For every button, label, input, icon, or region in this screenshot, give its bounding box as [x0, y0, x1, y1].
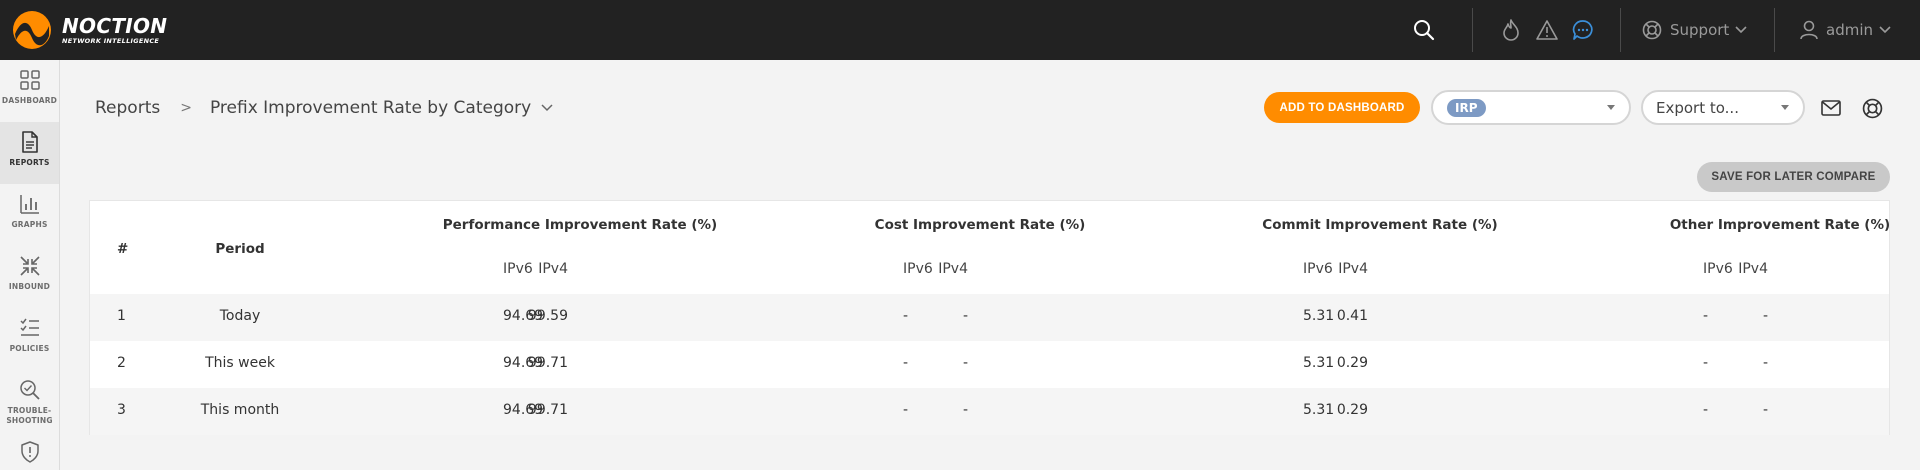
- sidebar-item-policies[interactable]: POLICIES: [0, 308, 59, 370]
- provider-tag: IRP: [1447, 98, 1486, 117]
- sidebar-item-label: GRAPHS: [11, 220, 48, 229]
- topbar-divider: [1620, 8, 1621, 52]
- user-label: admin: [1826, 21, 1873, 39]
- row-perf-ipv6: 94.69: [503, 308, 544, 324]
- caret-down-icon: [1781, 105, 1789, 110]
- row-other-ipv6: -: [1703, 402, 1709, 418]
- top-bar: NOCTION NETWORK INTELLIGENCE Support adm…: [0, 0, 1920, 60]
- table-row: 1 Today 99.59 94.69 - - 0.41 5.31 - -: [90, 294, 1889, 341]
- sidebar-item-inbound[interactable]: INBOUND: [0, 246, 59, 308]
- row-commit-ipv6: 5.31: [1303, 402, 1335, 418]
- chevron-down-icon[interactable]: [541, 104, 553, 112]
- grid-icon: [19, 70, 40, 90]
- shield-icon: [20, 441, 39, 463]
- export-select[interactable]: Export to...: [1641, 90, 1805, 125]
- sidebar-item-security[interactable]: [0, 432, 59, 470]
- magnifier-check-icon: [19, 380, 40, 400]
- row-cost-ipv4: -: [962, 355, 968, 371]
- row-other-ipv6: -: [1703, 308, 1709, 324]
- save-for-later-compare-button[interactable]: SAVE FOR LATER COMPARE: [1697, 162, 1890, 192]
- page-title[interactable]: Prefix Improvement Rate by Category: [210, 98, 531, 118]
- row-cost-ipv4: -: [962, 308, 968, 324]
- sidebar-item-label: TROUBLE- SHOOTING: [6, 406, 53, 425]
- checklist-icon: [19, 318, 39, 336]
- row-perf-ipv6: 94.69: [503, 402, 544, 418]
- topbar-divider: [1774, 8, 1775, 52]
- column-header-performance: Performance Improvement Rate (%): [442, 217, 718, 233]
- row-period: Today: [219, 308, 261, 324]
- row-other-ipv4: -: [1762, 402, 1768, 418]
- logo-tagline: NETWORK INTELLIGENCE: [62, 36, 160, 45]
- row-period: This month: [200, 402, 280, 418]
- breadcrumb-reports[interactable]: Reports: [95, 98, 160, 118]
- sidebar-item-dashboard[interactable]: DASHBOARD: [0, 60, 59, 122]
- lifebuoy-icon: [1642, 20, 1662, 40]
- column-header-ipv6: IPv6: [903, 261, 933, 277]
- column-header-period: Period: [215, 241, 265, 257]
- row-commit-ipv6: 5.31: [1303, 308, 1335, 324]
- caret-down-icon: [1607, 105, 1615, 110]
- noction-logo[interactable]: NOCTION NETWORK INTELLIGENCE: [12, 9, 167, 51]
- improvement-rate-table: # Period Performance Improvement Rate (%…: [89, 200, 1890, 435]
- column-header-index: #: [117, 241, 129, 257]
- row-perf-ipv6: 94.69: [503, 355, 544, 371]
- search-icon[interactable]: [1410, 16, 1438, 44]
- column-header-ipv6: IPv6: [503, 261, 533, 277]
- breadcrumb: Reports > Prefix Improvement Rate by Cat…: [95, 96, 553, 120]
- row-period: This week: [205, 355, 275, 371]
- table-row: 2 This week 99.71 94.69 - - 0.29 5.31 - …: [90, 341, 1889, 388]
- sidebar-item-label: INBOUND: [8, 282, 51, 291]
- topbar-divider: [1472, 8, 1473, 52]
- add-to-dashboard-button[interactable]: ADD TO DASHBOARD: [1264, 92, 1420, 123]
- row-commit-ipv6: 5.31: [1303, 355, 1335, 371]
- logo-name: NOCTION: [62, 13, 168, 38]
- warning-icon[interactable]: [1533, 16, 1561, 44]
- row-other-ipv4: -: [1762, 355, 1768, 371]
- email-icon[interactable]: [1817, 94, 1845, 122]
- column-header-ipv6: IPv6: [1703, 261, 1733, 277]
- sidebar-item-label: REPORTS: [9, 158, 50, 167]
- breadcrumb-separator-icon: >: [180, 100, 192, 116]
- row-cost-ipv6: -: [903, 402, 909, 418]
- chat-icon[interactable]: [1569, 16, 1597, 44]
- sidebar-item-label: DASHBOARD: [1, 96, 58, 105]
- user-menu[interactable]: admin: [1800, 17, 1891, 43]
- column-header-ipv6: IPv6: [1303, 261, 1333, 277]
- document-icon: [21, 131, 38, 153]
- sidebar-item-troubleshooting[interactable]: TROUBLE- SHOOTING: [0, 370, 59, 432]
- column-header-commit: Commit Improvement Rate (%): [1262, 217, 1498, 233]
- chevron-down-icon: [1879, 26, 1891, 34]
- row-other-ipv4: -: [1762, 308, 1768, 324]
- export-select-value: Export to...: [1656, 98, 1739, 117]
- row-other-ipv6: -: [1703, 355, 1709, 371]
- inbound-arrows-icon: [19, 256, 40, 276]
- chevron-down-icon: [1735, 26, 1747, 34]
- bar-chart-icon: [19, 195, 39, 214]
- table-row: 3 This month 99.71 94.69 - - 0.29 5.31 -…: [90, 388, 1889, 435]
- support-menu[interactable]: Support: [1642, 17, 1747, 43]
- row-index: 3: [117, 402, 126, 418]
- row-index: 1: [117, 308, 126, 324]
- column-header-other: Other Improvement Rate (%): [1669, 217, 1891, 233]
- noction-logo-icon: [13, 11, 51, 49]
- sidebar-item-reports[interactable]: REPORTS: [0, 122, 59, 184]
- sidebar-item-graphs[interactable]: GRAPHS: [0, 184, 59, 246]
- row-cost-ipv6: -: [903, 308, 909, 324]
- support-label: Support: [1670, 21, 1730, 39]
- sidebar: DASHBOARD REPORTS GRAPHS INBOUND POLICIE…: [0, 60, 60, 470]
- provider-select[interactable]: IRP: [1431, 90, 1631, 125]
- column-header-cost: Cost Improvement Rate (%): [874, 217, 1086, 233]
- row-cost-ipv6: -: [903, 355, 909, 371]
- sidebar-item-label: POLICIES: [9, 344, 50, 353]
- lifebuoy-icon[interactable]: [1858, 94, 1886, 122]
- flame-icon[interactable]: [1497, 16, 1525, 44]
- user-icon: [1800, 20, 1818, 40]
- row-cost-ipv4: -: [962, 402, 968, 418]
- row-index: 2: [117, 355, 126, 371]
